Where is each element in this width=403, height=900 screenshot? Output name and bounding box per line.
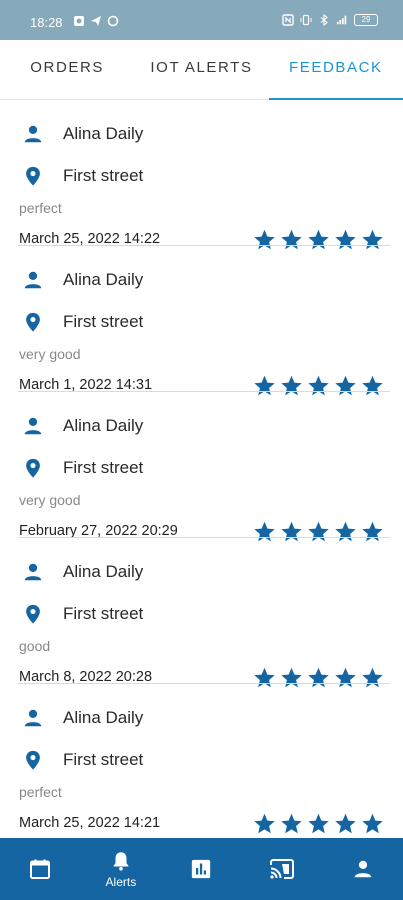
feedback-comment: very good: [19, 492, 81, 508]
customer-address: First street: [63, 458, 144, 477]
address-row: First street: [20, 747, 143, 773]
location-pin-icon: [20, 163, 46, 189]
feedback-card[interactable]: Alina Daily First street perfect March 2…: [0, 684, 403, 834]
feedback-card[interactable]: Alina Daily First street good March 8, 2…: [0, 538, 403, 688]
customer-name: Alina Daily: [63, 124, 144, 143]
status-time: 18:28: [30, 15, 63, 30]
star-icon: [281, 813, 302, 834]
feedback-card[interactable]: Alina Daily First street very good March…: [0, 246, 403, 396]
notification-icons: [73, 15, 119, 27]
customer-address: First street: [63, 166, 144, 185]
customer-row: Alina Daily: [20, 267, 143, 293]
feedback-list[interactable]: Alina Daily First street perfect March 2…: [0, 100, 403, 838]
person-icon: [20, 705, 46, 731]
nav-cast[interactable]: [242, 838, 323, 900]
star-icon: [335, 813, 356, 834]
calendar-icon: [30, 859, 51, 879]
nav-profile[interactable]: [322, 838, 403, 900]
customer-name: Alina Daily: [63, 270, 144, 289]
address-row: First street: [20, 455, 143, 481]
customer-name: Alina Daily: [63, 416, 144, 435]
tab-feedback[interactable]: FEEDBACK: [268, 40, 403, 100]
nav-calendar[interactable]: [0, 838, 81, 900]
star-icon: [254, 813, 275, 834]
nav-stats[interactable]: [161, 838, 242, 900]
address-row: First street: [20, 601, 143, 627]
nfc-icon: [282, 14, 294, 26]
feedback-comment: very good: [19, 346, 81, 362]
status-bar: 18:28 29: [0, 0, 403, 40]
customer-name: Alina Daily: [63, 562, 144, 581]
feedback-comment: perfect: [19, 784, 62, 800]
customer-row: Alina Daily: [20, 705, 143, 731]
vibrate-icon: [300, 14, 312, 26]
cast-icon: [270, 859, 295, 879]
bottom-nav: Alerts: [0, 838, 403, 900]
chat-app-icon: [74, 16, 84, 26]
person-icon: [354, 860, 371, 878]
feedback-comment: perfect: [19, 200, 62, 216]
battery-indicator: 29: [354, 14, 378, 26]
person-icon: [20, 559, 46, 585]
customer-row: Alina Daily: [20, 559, 143, 585]
feedback-comment: good: [19, 638, 51, 654]
star-icon: [308, 813, 329, 834]
customer-row: Alina Daily: [20, 413, 143, 439]
person-icon: [20, 413, 46, 439]
tab-bar: ORDERS IOT ALERTS FEEDBACK: [0, 40, 403, 100]
signal-icon: [336, 15, 347, 25]
rating-stars: [252, 812, 385, 836]
customer-address: First street: [63, 312, 144, 331]
feedback-card[interactable]: Alina Daily First street very good Febru…: [0, 392, 403, 542]
feedback-card[interactable]: Alina Daily First street perfect March 2…: [0, 100, 403, 250]
address-row: First street: [20, 309, 143, 335]
bar-chart-icon: [192, 859, 211, 879]
nav-alerts-label: Alerts: [105, 874, 137, 889]
person-icon: [20, 121, 46, 147]
circle-icon: [107, 15, 119, 27]
customer-name: Alina Daily: [63, 708, 144, 727]
star-icon: [362, 813, 383, 834]
customer-address: First street: [63, 750, 144, 769]
customer-row: Alina Daily: [20, 121, 143, 147]
nav-alerts[interactable]: Alerts: [81, 838, 162, 900]
person-icon: [20, 267, 46, 293]
bluetooth-icon: [320, 14, 328, 26]
address-row: First street: [20, 163, 143, 189]
feedback-date: March 25, 2022 14:21: [19, 815, 161, 831]
bell-icon: [113, 851, 129, 871]
location-pin-icon: [20, 601, 46, 627]
tab-orders[interactable]: ORDERS: [0, 40, 134, 99]
location-pin-icon: [20, 309, 46, 335]
system-icons: 29: [282, 14, 378, 26]
tab-iot-alerts[interactable]: IOT ALERTS: [134, 40, 268, 99]
telegram-icon: [91, 16, 101, 26]
location-pin-icon: [20, 455, 46, 481]
customer-address: First street: [63, 604, 144, 623]
location-pin-icon: [20, 747, 46, 773]
